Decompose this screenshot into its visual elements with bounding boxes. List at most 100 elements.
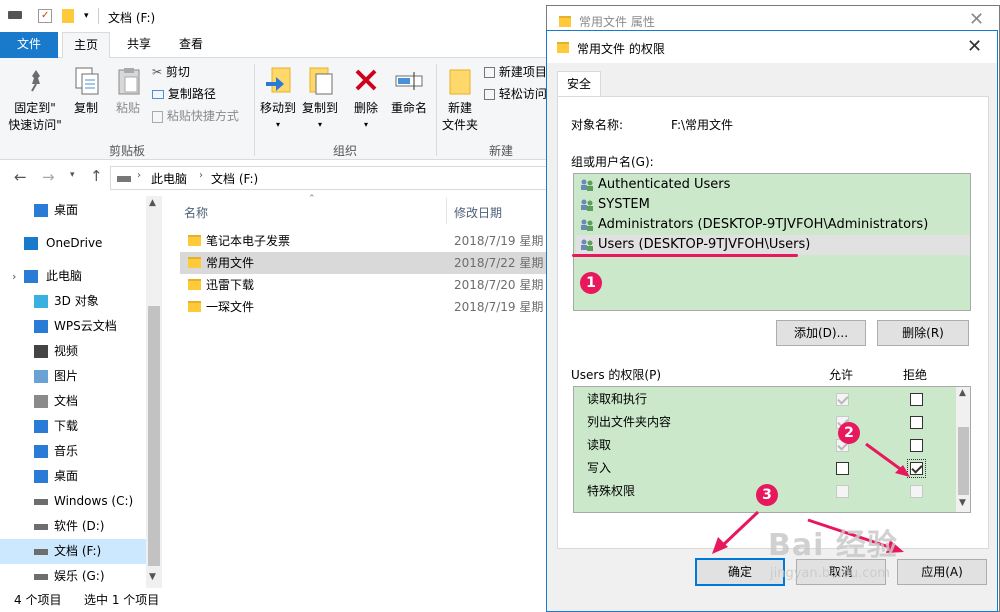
nav-item[interactable]: WPS云文档 — [0, 314, 146, 339]
copy-to-button[interactable]: 复制到 ▾ — [300, 64, 340, 134]
deny-checkbox[interactable] — [910, 439, 923, 452]
nav-item[interactable]: 视频 — [0, 339, 146, 364]
pin-label-2: 快速访问" — [8, 118, 62, 132]
cut-button[interactable]: ✂ 剪切 — [152, 64, 190, 81]
nav-item[interactable]: 娱乐 (G:) — [0, 564, 146, 589]
user-row[interactable]: Administrators (DESKTOP-9TJVFOH\Administ… — [576, 215, 970, 235]
nav-item[interactable]: OneDrive — [0, 231, 146, 256]
nav-item[interactable]: 文档 (F:) — [0, 539, 146, 564]
properties-quick-icon[interactable]: ✓ — [38, 9, 52, 23]
permission-name: 列出文件夹内容 — [587, 415, 672, 429]
nav-item[interactable]: 图片 — [0, 364, 146, 389]
tab-file[interactable]: 文件 — [0, 32, 58, 58]
breadcrumb-pc[interactable]: 此电脑 — [151, 170, 187, 187]
recent-dropdown-icon[interactable]: ▾ — [70, 170, 75, 180]
remove-button[interactable]: 删除(R) — [877, 320, 969, 346]
column-name-header[interactable]: 名称 — [184, 204, 208, 221]
file-date: 2018/7/20 星期 — [454, 278, 544, 292]
user-name: SYSTEM — [598, 197, 650, 212]
nav-item[interactable]: 下载 — [0, 414, 146, 439]
column-date-header[interactable]: 修改日期 — [454, 204, 502, 221]
cut-label: 剪切 — [165, 65, 190, 79]
easy-access-button[interactable]: 轻松访问 — [484, 86, 548, 103]
selection-count: 选中 1 个项目 — [84, 593, 160, 607]
new-folder-button[interactable]: 新建 文件夹 — [440, 64, 480, 134]
pin-icon — [31, 70, 40, 92]
nav-item[interactable]: 文档 — [0, 389, 146, 414]
user-row[interactable]: Authenticated Users — [576, 175, 970, 195]
nav-item-label: 桌面 — [54, 203, 79, 217]
scroll-up-icon[interactable]: ▲ — [959, 388, 966, 398]
paste-button[interactable]: 粘贴 — [108, 64, 148, 134]
paste-shortcut-button[interactable]: 粘贴快捷方式 — [152, 108, 239, 125]
nav-scrollbar[interactable]: ▲ ▼ — [146, 196, 162, 588]
deny-checkbox[interactable] — [910, 485, 923, 498]
user-group-icon — [581, 219, 593, 231]
nav-item[interactable]: 桌面 — [0, 464, 146, 489]
nav-item[interactable]: 3D 对象 — [0, 289, 146, 314]
deny-checkbox[interactable] — [910, 393, 923, 406]
scroll-down-icon[interactable]: ▼ — [959, 498, 966, 508]
nav-item[interactable]: 软件 (D:) — [0, 514, 146, 539]
file-row[interactable]: 迅雷下载 2018/7/20 星期 — [180, 274, 548, 296]
file-row[interactable]: 一琛文件 2018/7/19 星期 — [180, 296, 548, 318]
nav-item-label: 此电脑 — [46, 269, 83, 283]
nav-item[interactable]: Windows (C:) — [0, 489, 146, 514]
allow-checkbox[interactable] — [836, 462, 849, 475]
delete-x-icon — [355, 69, 377, 91]
qa-dropdown-icon[interactable]: ▾ — [84, 9, 98, 23]
back-arrow-icon[interactable]: ← — [14, 168, 27, 186]
deny-checkbox[interactable] — [910, 416, 923, 429]
step3-badge: 3 — [756, 484, 778, 506]
address-bar[interactable]: › 此电脑 › 文档 (F:) — [110, 166, 548, 190]
file-name: 常用文件 — [206, 256, 255, 270]
tab-home[interactable]: 主页 — [62, 32, 110, 59]
copy-path-button[interactable]: 复制路径 — [152, 86, 216, 103]
group-clipboard-label: 剪贴板 — [108, 144, 145, 158]
scroll-thumb[interactable] — [148, 306, 160, 566]
expand-chevron-icon[interactable]: › — [12, 264, 16, 289]
apply-button[interactable]: 应用(A) — [897, 559, 987, 585]
nav-item-label: OneDrive — [46, 236, 103, 250]
new-folder-quick-icon[interactable] — [62, 9, 74, 23]
scroll-down-icon[interactable]: ▼ — [149, 572, 156, 582]
scroll-thumb[interactable] — [958, 427, 969, 495]
permission-row: 列出文件夹内容 — [574, 411, 954, 434]
nav-item[interactable]: 音乐 — [0, 439, 146, 464]
breadcrumb-drive[interactable]: 文档 (F:) — [211, 170, 258, 187]
copy-button[interactable]: 复制 — [66, 64, 106, 134]
new-item-icon — [484, 67, 495, 78]
move-to-button[interactable]: 移动到 ▾ — [258, 64, 298, 134]
nav-item[interactable]: 此电脑 › — [0, 264, 146, 289]
pin-quick-access-button[interactable]: 固定到" 快速访问" — [6, 64, 64, 134]
tab-security[interactable]: 安全 — [557, 71, 601, 97]
file-row[interactable]: 笔记本电子发票 2018/7/19 星期 — [180, 230, 548, 252]
close-icon[interactable]: ✕ — [969, 11, 984, 29]
permission-scrollbar[interactable]: ▲ ▼ — [956, 387, 970, 512]
new-folder-label-2: 文件夹 — [441, 118, 478, 132]
new-folder-icon — [449, 69, 471, 95]
user-row[interactable]: SYSTEM — [576, 195, 970, 215]
scroll-up-icon[interactable]: ▲ — [149, 198, 156, 208]
deny-checkbox[interactable] — [907, 459, 926, 478]
allow-checkbox[interactable] — [836, 485, 849, 498]
file-row[interactable]: 常用文件 2018/7/22 星期 — [180, 252, 548, 274]
delete-button[interactable]: 删除 ▾ — [348, 64, 384, 134]
delete-dropdown-icon: ▾ — [363, 120, 368, 129]
tab-view[interactable]: 查看 — [168, 32, 214, 58]
rename-button[interactable]: 重命名 — [386, 64, 432, 134]
nav-item-label: 图片 — [54, 369, 79, 383]
tab-share[interactable]: 共享 — [116, 32, 162, 58]
close-icon[interactable]: ✕ — [967, 38, 982, 56]
add-button[interactable]: 添加(D)... — [776, 320, 866, 346]
forward-arrow-icon[interactable]: → — [42, 168, 55, 186]
up-arrow-icon[interactable]: ↑ — [90, 167, 103, 185]
chevron-right-icon: › — [137, 170, 141, 181]
allow-checkbox[interactable] — [836, 393, 849, 406]
group-user-label: 组或用户名(G): — [571, 155, 654, 169]
easy-access-label: 轻松访问 — [498, 87, 547, 101]
user-row[interactable]: Users (DESKTOP-9TJVFOH\Users) — [576, 235, 970, 255]
underline-annotation — [572, 254, 798, 257]
nav-item[interactable]: 桌面 — [0, 198, 146, 223]
new-item-button[interactable]: 新建项目 — [484, 64, 548, 81]
